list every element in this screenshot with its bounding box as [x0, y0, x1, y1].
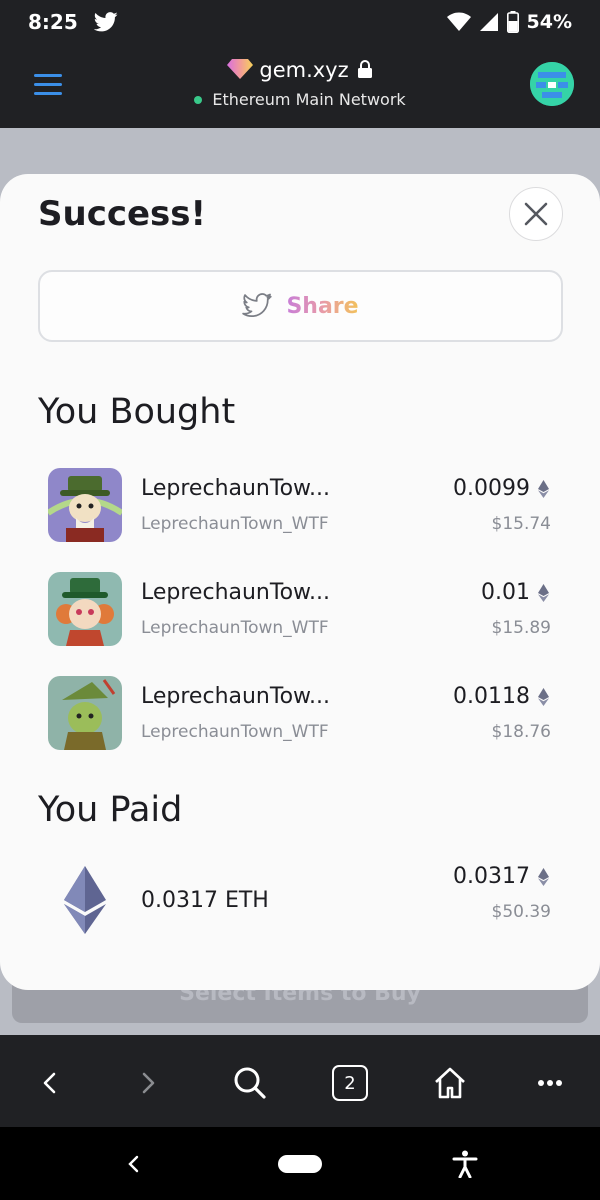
home-pill: [278, 1155, 322, 1173]
item-collection: LeprechaunTown_WTF: [141, 618, 329, 638]
twitter-icon: [242, 293, 273, 317]
status-indicators: 54%: [446, 11, 572, 33]
chevron-left-icon: [128, 1155, 139, 1173]
twitter-icon: [93, 12, 118, 32]
you-paid-title: You Paid: [38, 790, 183, 830]
more-options-button[interactable]: [530, 1063, 570, 1103]
eth-icon: [538, 479, 549, 498]
paid-amount: 0.0317 ETH: [141, 888, 269, 913]
site-domain: gem.xyz: [259, 58, 349, 82]
network-status-dot: [194, 96, 203, 104]
accessibility-icon: [452, 1150, 478, 1178]
item-usd: $15.89: [491, 618, 551, 638]
item-price: 0.0118: [453, 684, 549, 709]
browser-toolbar: 2: [0, 1035, 600, 1127]
status-bar: 8:25 54%: [0, 0, 600, 44]
home-button[interactable]: [430, 1063, 470, 1103]
home-icon: [435, 1067, 465, 1099]
item-price-value: 0.01: [481, 580, 530, 605]
gem-logo-icon: [227, 59, 254, 79]
nft-thumbnail: [48, 468, 122, 542]
item-name: LeprechaunTow...: [141, 580, 330, 605]
close-button[interactable]: [509, 187, 563, 241]
item-name: LeprechaunTow...: [141, 684, 330, 709]
wifi-icon: [446, 12, 471, 31]
system-back-button[interactable]: [120, 1151, 146, 1177]
avatar[interactable]: [530, 62, 574, 106]
search-icon: [234, 1067, 266, 1099]
item-collection: LeprechaunTown_WTF: [141, 722, 329, 742]
modal-title: Success!: [38, 194, 207, 234]
system-navigation-bar: [0, 1127, 600, 1200]
eth-icon: [538, 867, 549, 886]
eth-icon: [538, 583, 549, 602]
item-usd: $15.74: [491, 514, 551, 534]
list-item[interactable]: LeprechaunTow... LeprechaunTown_WTF 0.01…: [48, 676, 553, 752]
more-horizontal-icon: [538, 1080, 562, 1086]
network-indicator: Ethereum Main Network: [0, 90, 600, 109]
back-button[interactable]: [30, 1063, 70, 1103]
you-bought-title: You Bought: [38, 392, 236, 432]
share-button[interactable]: Share: [38, 270, 563, 342]
signal-icon: [479, 13, 498, 31]
item-price-value: 0.0099: [453, 476, 530, 501]
item-price: 0.01: [481, 580, 549, 605]
lock-icon: [357, 60, 372, 78]
accessibility-button[interactable]: [450, 1149, 480, 1179]
nft-thumbnail: [48, 572, 122, 646]
status-time: 8:25: [28, 10, 78, 34]
network-name: Ethereum Main Network: [212, 90, 406, 109]
system-home-button[interactable]: [278, 1155, 322, 1173]
item-price: 0.0099: [453, 476, 549, 501]
paid-row: 0.0317 ETH 0.0317 $50.39: [48, 864, 553, 944]
list-item[interactable]: LeprechaunTow... LeprechaunTown_WTF 0.00…: [48, 468, 553, 544]
search-button[interactable]: [230, 1063, 270, 1103]
paid-price: 0.0317: [453, 864, 549, 889]
paid-usd: $50.39: [491, 902, 551, 922]
item-price-value: 0.0118: [453, 684, 530, 709]
success-modal: Success! Share You Bought LeprechaunTow.…: [0, 174, 600, 990]
ethereum-logo-icon: [64, 866, 106, 934]
eth-icon: [538, 687, 549, 706]
battery-icon: [506, 11, 519, 33]
nft-thumbnail: [48, 676, 122, 750]
forward-button[interactable]: [128, 1063, 168, 1103]
item-usd: $18.76: [491, 722, 551, 742]
browser-header: gem.xyz Ethereum Main Network: [0, 44, 600, 128]
paid-price-value: 0.0317: [453, 864, 530, 889]
share-label: Share: [286, 293, 359, 319]
list-item[interactable]: LeprechaunTow... LeprechaunTown_WTF 0.01…: [48, 572, 553, 648]
item-name: LeprechaunTow...: [141, 476, 330, 501]
close-icon: [524, 202, 548, 226]
battery-percent: 54%: [526, 11, 572, 33]
chevron-right-icon: [142, 1072, 155, 1094]
tabs-button[interactable]: 2: [330, 1063, 370, 1103]
tabs-count: 2: [332, 1065, 368, 1101]
chevron-left-icon: [43, 1072, 56, 1094]
site-title: gem.xyz: [0, 58, 600, 82]
item-collection: LeprechaunTown_WTF: [141, 514, 329, 534]
